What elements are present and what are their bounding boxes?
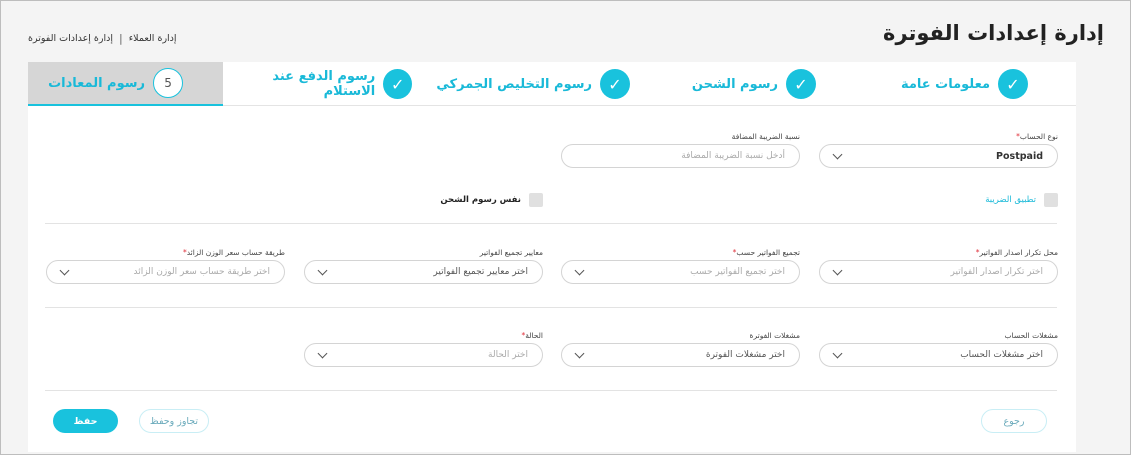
page-title: إدارة إعدادات الفوترة <box>883 21 1104 45</box>
account-type-field: نوع الحساب* Postpaid <box>819 132 1058 168</box>
group-criteria-select[interactable]: اختر معايير تجميع الفواتير <box>304 260 543 284</box>
vat-rate-field: نسبة الضريبة المضافة أدخل نسبة الضريبة ا… <box>561 132 800 168</box>
back-button[interactable]: رجوع <box>981 409 1047 433</box>
step-label: معلومات عامة <box>900 76 990 92</box>
extra-weight-method-select[interactable]: اختر طريقة حساب سعر الوزن الزائد <box>46 260 285 284</box>
divider <box>45 307 1057 308</box>
vat-rate-input[interactable]: أدخل نسبة الضريبة المضافة <box>561 144 800 168</box>
invoice-frequency-select[interactable]: اختر تكرار اصدار الفواتير <box>819 260 1058 284</box>
step-cod-fees[interactable]: ✓ رسوم الدفع عند الاستلام <box>223 62 418 106</box>
account-triggers-select[interactable]: اختر مشغلات الحساب <box>819 343 1058 367</box>
apply-tax-checkbox[interactable]: تطبيق الضريبة <box>985 193 1058 207</box>
step-general-info[interactable]: ✓ معلومات عامة <box>856 62 1076 106</box>
group-by-select[interactable]: اختر تجميع الفواتير حسب <box>561 260 800 284</box>
check-icon: ✓ <box>786 69 816 99</box>
form-card: ✓ معلومات عامة ✓ رسوم الشحن ✓ رسوم التخل… <box>28 62 1076 452</box>
skip-and-save-button[interactable]: تجاوز وحفظ <box>139 409 209 433</box>
breadcrumb-billing-settings: إدارة إعدادات الفوترة <box>28 33 113 44</box>
chevron-down-icon <box>832 265 843 275</box>
chevron-down-icon <box>832 348 843 358</box>
status-field: الحالة* اختر الحالة <box>304 331 543 367</box>
group-criteria-field: معايير تجميع الفواتير اختر معايير تجميع … <box>304 248 543 284</box>
divider <box>45 390 1057 391</box>
check-icon: ✓ <box>998 69 1028 99</box>
window-frame: إدارة إعدادات الفوترة إدارة العملاء | إد… <box>0 0 1131 455</box>
chevron-down-icon <box>59 265 70 275</box>
invoice-triggers-select[interactable]: اختر مشغلات الفوترة <box>561 343 800 367</box>
step-label: رسوم الدفع عند الاستلام <box>272 69 376 99</box>
breadcrumb-separator: | <box>118 32 123 45</box>
check-icon: ✓ <box>600 69 630 99</box>
checkbox-box[interactable] <box>1044 193 1058 207</box>
step-shipping-fees[interactable]: ✓ رسوم الشحن <box>660 62 856 106</box>
same-shipping-checkbox[interactable]: نفس رسوم الشحن <box>440 193 543 207</box>
chevron-down-icon <box>832 149 843 159</box>
chevron-down-icon <box>574 348 585 358</box>
chevron-down-icon <box>317 348 328 358</box>
invoice-triggers-field: مشغلات الفوترة اختر مشغلات الفوترة <box>561 331 800 367</box>
stepper: ✓ معلومات عامة ✓ رسوم الشحن ✓ رسوم التخل… <box>28 62 1076 106</box>
step-label: رسوم المعادات <box>48 75 145 91</box>
group-by-field: تجميع الفواتير حسب* اختر تجميع الفواتير … <box>561 248 800 284</box>
step-customs-fees[interactable]: ✓ رسوم التخليص الجمركي <box>418 62 660 106</box>
invoice-frequency-field: محل تكرار اصدار الفواتير* اختر تكرار اصد… <box>819 248 1058 284</box>
check-icon: ✓ <box>383 69 412 99</box>
account-type-select[interactable]: Postpaid <box>819 144 1058 168</box>
status-select[interactable]: اختر الحالة <box>304 343 543 367</box>
chevron-down-icon <box>574 265 585 275</box>
step-label: رسوم التخليص الجمركي <box>436 76 592 92</box>
breadcrumb: إدارة العملاء | إدارة إعدادات الفوترة <box>28 32 177 45</box>
step-equipment-fees[interactable]: 5 رسوم المعادات <box>28 62 223 106</box>
breadcrumb-customers[interactable]: إدارة العملاء <box>129 33 177 44</box>
step-number: 5 <box>153 68 183 98</box>
account-triggers-field: مشغلات الحساب اختر مشغلات الحساب <box>819 331 1058 367</box>
checkbox-box[interactable] <box>529 193 543 207</box>
chevron-down-icon <box>317 265 328 275</box>
extra-weight-method-field: طريقة حساب سعر الوزن الزائد* اختر طريقة … <box>46 248 285 284</box>
divider <box>45 223 1057 224</box>
step-label: رسوم الشحن <box>691 76 778 92</box>
save-button[interactable]: حفظ <box>53 409 118 433</box>
